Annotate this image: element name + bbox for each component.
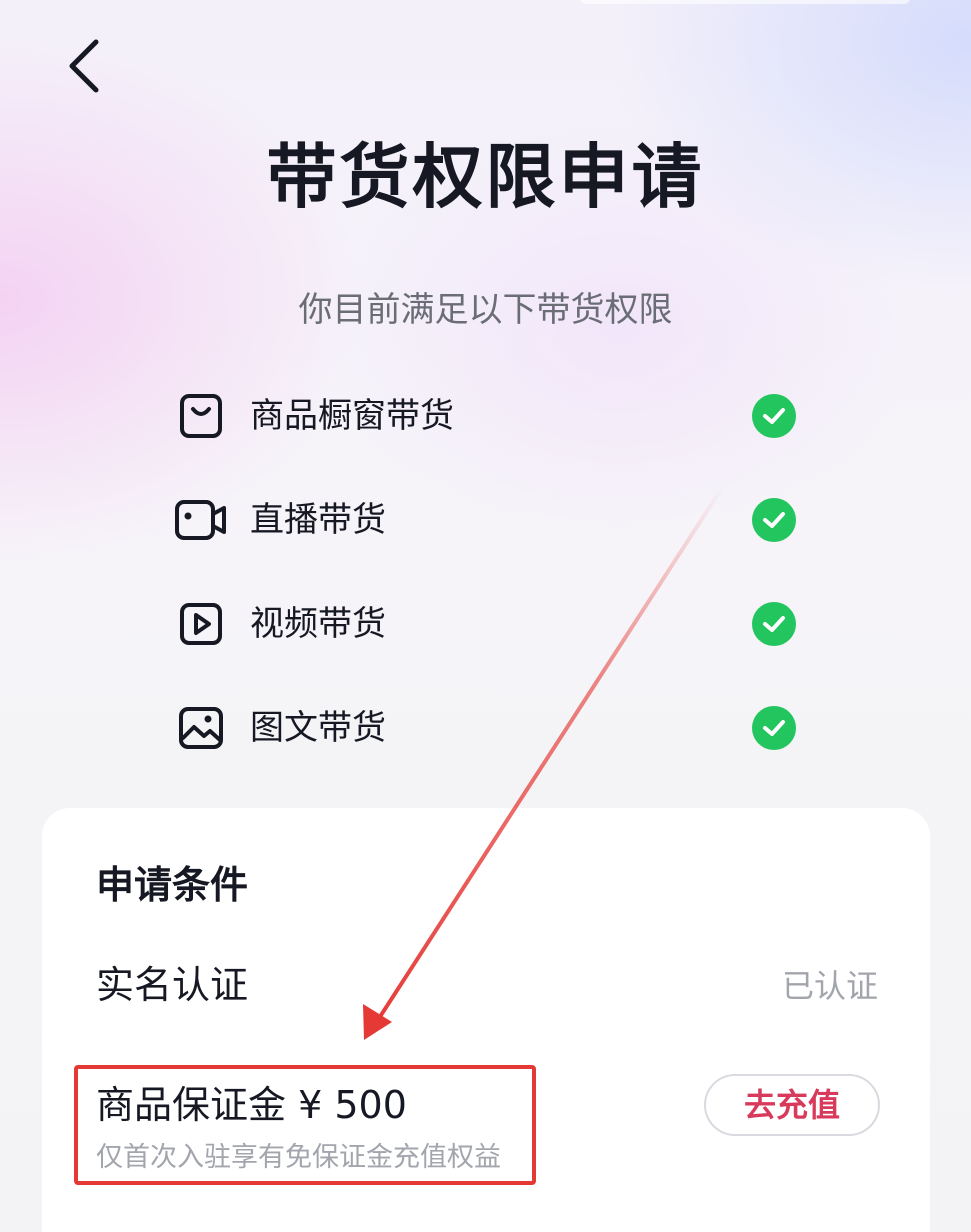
shopping-bag-icon — [172, 387, 230, 445]
check-circle-icon — [752, 498, 796, 542]
page-subtitle: 你目前满足以下带货权限 — [298, 290, 673, 330]
status-bar — [580, 0, 910, 4]
permission-item: 视频带货 — [172, 572, 802, 676]
real-name-status: 已认证 — [781, 967, 878, 1005]
permission-label: 商品橱窗带货 — [250, 396, 454, 436]
video-play-icon — [172, 595, 230, 653]
permission-label: 图文带货 — [250, 708, 386, 748]
check-circle-icon — [752, 394, 796, 438]
check-circle-icon — [752, 706, 796, 750]
recharge-button[interactable]: 去充值 — [704, 1074, 880, 1136]
back-button[interactable] — [52, 34, 116, 98]
deposit-label: 商品保证金 ¥ 500 — [96, 1083, 407, 1127]
conditions-title: 申请条件 — [96, 863, 249, 907]
deposit-note: 仅首次入驻享有免保证金充值权益 — [96, 1142, 501, 1173]
permission-label: 视频带货 — [250, 604, 386, 644]
permission-item: 直播带货 — [172, 468, 802, 572]
real-name-label: 实名认证 — [96, 963, 249, 1007]
permission-list: 商品橱窗带货 直播带货 视频带货 图文带货 — [172, 364, 802, 780]
permission-label: 直播带货 — [250, 500, 386, 540]
conditions-card: 申请条件 实名认证 已认证 商品保证金 ¥ 500 仅首次入驻享有免保证金充值权… — [42, 808, 930, 1232]
video-camera-icon — [172, 491, 230, 549]
page-title: 带货权限申请 — [266, 136, 705, 218]
permission-item: 商品橱窗带货 — [172, 364, 802, 468]
check-circle-icon — [752, 602, 796, 646]
permission-item: 图文带货 — [172, 676, 802, 780]
chevron-left-icon — [69, 39, 99, 93]
image-icon — [172, 699, 230, 757]
